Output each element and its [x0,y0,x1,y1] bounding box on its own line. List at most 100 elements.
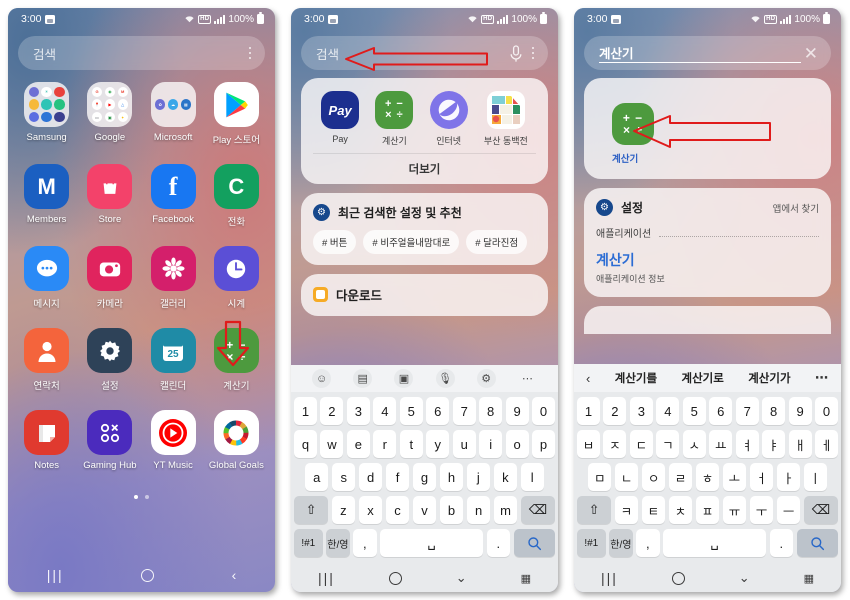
symbols-key[interactable]: !#1 [577,529,606,557]
emoji-icon[interactable]: ☺ [312,369,332,388]
key[interactable]: ㅌ [641,496,666,524]
key[interactable]: b [439,496,464,524]
search-bar-query[interactable]: 계산기 ✕ [584,36,831,70]
home-button[interactable] [141,568,155,582]
key[interactable]: 3 [629,397,653,425]
recents-button[interactable]: ||| [318,570,335,586]
page-dot[interactable] [145,495,149,499]
key[interactable]: 2 [320,397,344,425]
suggested-app-busan[interactable]: 부산 동백전 [484,91,528,147]
hide-keyboard-button[interactable]: ⌄ [456,570,467,586]
key[interactable]: ㅓ [749,463,774,491]
app-calculator[interactable]: + − × ÷ 계산기 [205,328,268,392]
key[interactable]: ㄹ [668,463,693,491]
key[interactable]: 7 [735,397,759,425]
key[interactable]: ㅡ [776,496,801,524]
kebab-menu-icon[interactable] [245,46,256,60]
suggestion-item[interactable]: 계산기를 [615,370,657,386]
search-input[interactable]: 검색 [33,44,245,63]
key[interactable]: t [399,430,423,458]
app-store[interactable]: Store [78,164,141,228]
more-options-icon[interactable]: ⋯ [815,370,829,386]
language-key[interactable]: 한/영 [609,529,633,557]
hide-keyboard-button[interactable]: ⌄ [739,570,750,586]
key[interactable]: 4 [656,397,680,425]
app-camera[interactable]: 카메라 [78,246,141,310]
key[interactable]: m [493,496,518,524]
kebab-menu-icon[interactable] [528,46,539,60]
comma-key[interactable]: , [636,529,660,557]
key[interactable]: 0 [532,397,556,425]
key[interactable]: a [305,463,329,491]
key[interactable]: y [426,430,450,458]
key[interactable]: z [331,496,356,524]
shift-key[interactable]: ⇧ [294,496,329,524]
settings-result-title[interactable]: 계산기 [596,250,819,270]
key[interactable]: ㅣ [803,463,827,491]
symbols-key[interactable]: !#1 [294,529,323,557]
suggestion-item[interactable]: 계산기가 [748,370,790,386]
period-key[interactable]: . [486,529,511,557]
find-in-app-link[interactable]: 앱에서 찾기 [773,201,819,215]
key[interactable]: h [439,463,464,491]
recents-button[interactable]: ||| [601,570,618,586]
back-button[interactable]: ‹ [232,567,237,583]
space-key[interactable]: ␣ [380,529,484,557]
key[interactable]: j [466,463,491,491]
key[interactable]: ㅅ [682,430,706,458]
suggested-app-calculator[interactable]: + − × ÷ 계산기 [375,91,414,147]
app-gaming-hub[interactable]: Gaming Hub [78,410,141,471]
language-key[interactable]: 한/영 [326,529,350,557]
key[interactable]: ㄴ [614,463,639,491]
suggested-app-pay[interactable]: Pay Pay [321,91,360,147]
key[interactable]: n [466,496,491,524]
keyboard-switch-button[interactable]: ▦ [804,572,814,585]
app-facebook[interactable]: f Facebook [142,164,205,228]
more-button[interactable]: 더보기 [313,153,536,184]
search-input[interactable]: 검색 [316,44,509,63]
key[interactable]: ㅗ [722,463,747,491]
key[interactable]: l [520,463,544,491]
key[interactable]: 0 [815,397,839,425]
key[interactable]: 1 [576,397,600,425]
key[interactable]: 1 [293,397,317,425]
period-key[interactable]: . [769,529,794,557]
app-folder-samsung[interactable]: ✳ Samsung [15,82,78,146]
key[interactable]: ㅠ [722,496,747,524]
key[interactable]: ㅜ [749,496,774,524]
app-folder-microsoft[interactable]: ✿ ☁ ▦ Microsoft [142,82,205,146]
app-calendar[interactable]: 25 캘린더 [142,328,205,392]
app-contacts[interactable]: 연락처 [15,328,78,392]
clipboard-icon[interactable]: ▤ [353,369,373,388]
key[interactable]: ㅑ [762,430,786,458]
close-icon[interactable]: ✕ [801,45,821,62]
key[interactable]: ㅏ [776,463,801,491]
microphone-icon[interactable] [509,44,523,62]
key[interactable]: ㅂ [576,430,600,458]
key[interactable]: e [346,430,370,458]
key[interactable]: 5 [399,397,423,425]
key[interactable]: 9 [788,397,812,425]
backspace-key[interactable]: ⌫ [520,496,555,524]
suggestion-item[interactable]: 계산기로 [681,370,723,386]
key[interactable]: ㅋ [614,496,639,524]
key[interactable]: r [373,430,397,458]
suggested-app-internet[interactable]: 인터넷 [429,91,468,147]
key[interactable]: 8 [479,397,503,425]
key[interactable]: ㅕ [735,430,759,458]
key[interactable]: f [385,463,410,491]
keyboard-switch-button[interactable]: ▦ [521,572,531,585]
key[interactable]: 4 [373,397,397,425]
app-notes[interactable]: Notes [15,410,78,471]
key[interactable]: 7 [452,397,476,425]
text-edit-icon[interactable]: ▣ [394,369,414,388]
key[interactable]: o [505,430,529,458]
key[interactable]: ㅔ [815,430,839,458]
recents-button[interactable]: ||| [47,567,64,583]
key[interactable]: ㅇ [641,463,666,491]
key[interactable]: ㅎ [695,463,720,491]
app-settings[interactable]: 설정 [78,328,141,392]
key[interactable]: ㅈ [603,430,627,458]
app-yt-music[interactable]: YT Music [142,410,205,471]
app-members[interactable]: M Members [15,164,78,228]
